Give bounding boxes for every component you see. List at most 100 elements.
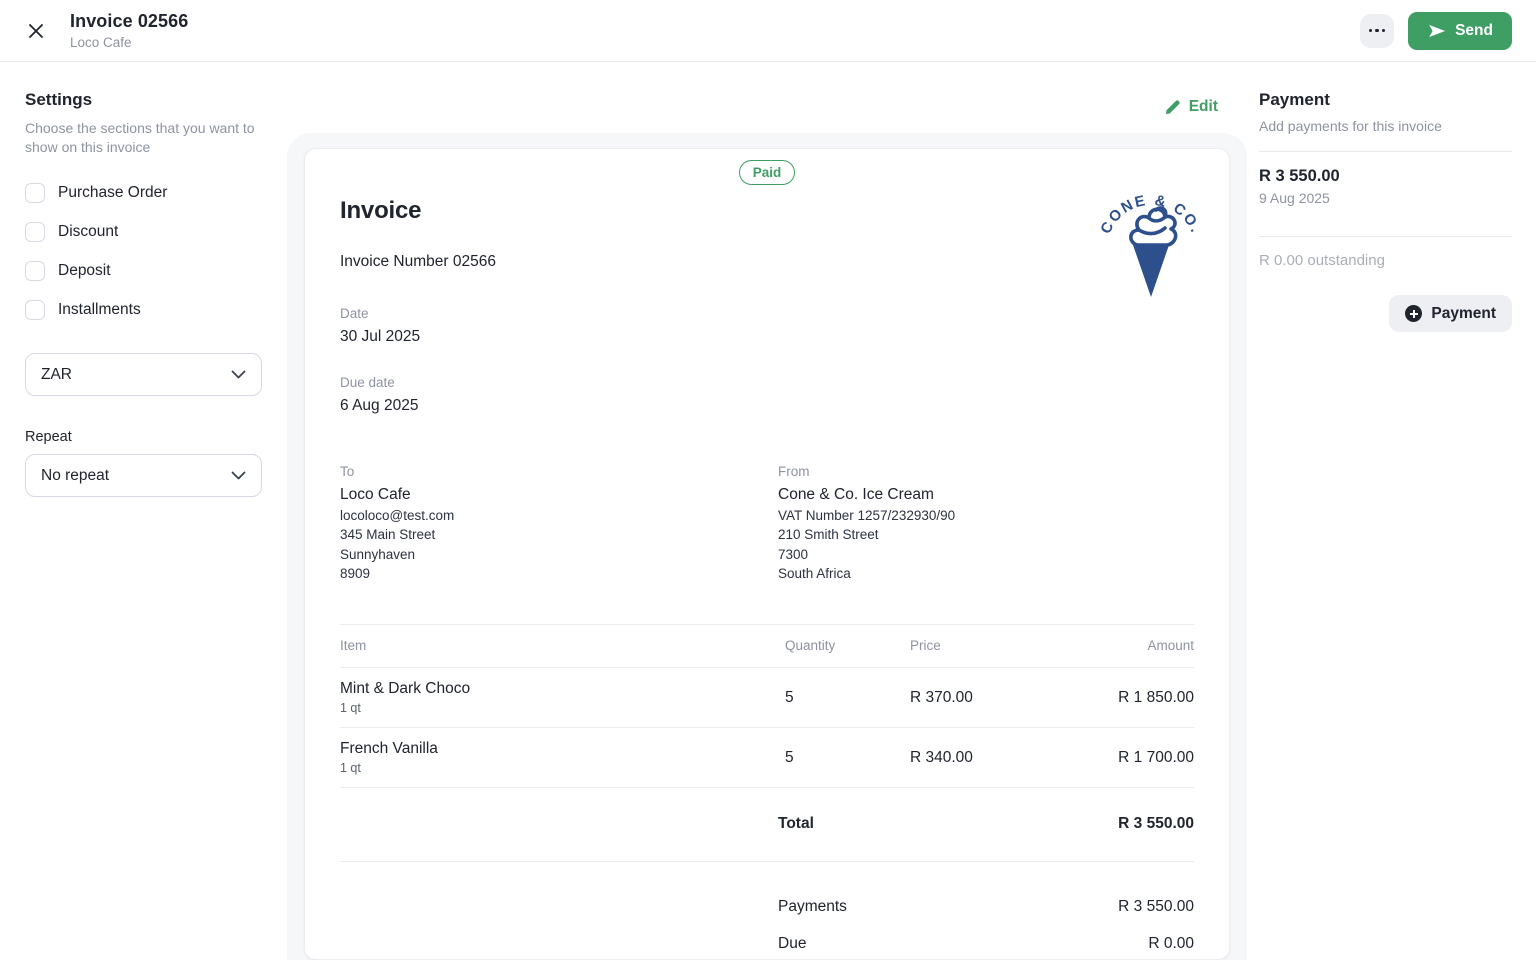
invoice-number: Invoice Number 02566 bbox=[340, 253, 1194, 271]
checkbox-row-installments[interactable]: Installments bbox=[25, 300, 262, 320]
to-name: Loco Cafe bbox=[340, 486, 778, 504]
table-header-row: Item Quantity Price Amount bbox=[340, 624, 1194, 668]
invoice-card: Paid Invoice Invoice Number 02566 CONE &… bbox=[304, 148, 1230, 960]
payments-row: Payments R 3 550.00 bbox=[340, 898, 1194, 916]
date-value: 30 Jul 2025 bbox=[340, 328, 1194, 346]
to-line: locoloco@test.com bbox=[340, 508, 778, 524]
item-quantity: 5 bbox=[785, 689, 910, 707]
to-label: To bbox=[340, 464, 778, 479]
from-line: 7300 bbox=[778, 547, 1194, 563]
to-line: 8909 bbox=[340, 566, 778, 582]
payments-label: Payments bbox=[778, 898, 847, 916]
ellipsis-icon bbox=[1369, 29, 1373, 33]
payments-value: R 3 550.00 bbox=[1118, 898, 1194, 916]
invoice-title: Invoice bbox=[340, 197, 1194, 225]
payment-sidebar: Payment Add payments for this invoice R … bbox=[1257, 62, 1536, 960]
chevron-down-icon bbox=[231, 370, 246, 379]
item-name: Mint & Dark Choco bbox=[340, 680, 785, 698]
settings-title: Settings bbox=[25, 90, 262, 110]
checkbox-row-discount[interactable]: Discount bbox=[25, 222, 262, 242]
bill-to-block: To Loco Cafe locoloco@test.com 345 Main … bbox=[340, 464, 778, 582]
from-label: From bbox=[778, 464, 1194, 479]
plus-circle-icon bbox=[1405, 305, 1422, 322]
more-options-button[interactable] bbox=[1360, 14, 1394, 48]
outstanding-amount: R 0.00 outstanding bbox=[1259, 252, 1512, 269]
item-detail: 1 qt bbox=[340, 761, 785, 775]
total-label: Total bbox=[778, 815, 814, 833]
close-icon bbox=[28, 23, 44, 39]
payment-entry-date: 9 Aug 2025 bbox=[1259, 190, 1512, 206]
bill-from-block: From Cone & Co. Ice Cream VAT Number 125… bbox=[778, 464, 1194, 582]
main-area: Settings Choose the sections that you wa… bbox=[0, 62, 1536, 960]
item-quantity: 5 bbox=[785, 749, 910, 767]
ice-cream-cone-icon: CONE & CO. bbox=[1099, 193, 1203, 311]
total-value: R 3 550.00 bbox=[1118, 815, 1194, 833]
checkbox-label: Discount bbox=[58, 223, 118, 241]
discount-checkbox[interactable] bbox=[25, 222, 45, 242]
payment-panel-title: Payment bbox=[1259, 90, 1512, 110]
checkbox-row-purchase-order[interactable]: Purchase Order bbox=[25, 183, 262, 203]
date-block: Date 30 Jul 2025 bbox=[340, 306, 1194, 346]
checkbox-label: Deposit bbox=[58, 262, 111, 280]
company-logo: CONE & CO. bbox=[1099, 193, 1203, 311]
repeat-select-value: No repeat bbox=[41, 467, 109, 485]
edit-label: Edit bbox=[1189, 98, 1218, 116]
item-price: R 340.00 bbox=[910, 749, 1050, 767]
item-amount: R 1 700.00 bbox=[1050, 749, 1194, 767]
installments-checkbox[interactable] bbox=[25, 300, 45, 320]
edit-invoice-button[interactable]: Edit bbox=[1165, 98, 1218, 116]
to-line: Sunnyhaven bbox=[340, 547, 778, 563]
checkbox-label: Purchase Order bbox=[58, 184, 167, 202]
checkbox-row-deposit[interactable]: Deposit bbox=[25, 261, 262, 281]
item-name: French Vanilla bbox=[340, 740, 785, 758]
send-button[interactable]: Send bbox=[1408, 12, 1512, 50]
chevron-down-icon bbox=[231, 471, 246, 480]
add-payment-label: Payment bbox=[1431, 305, 1496, 323]
header-actions: Send bbox=[1360, 12, 1512, 50]
col-header-price: Price bbox=[910, 638, 1050, 653]
settings-sidebar: Settings Choose the sections that you wa… bbox=[0, 62, 287, 960]
page-title: Invoice 02566 bbox=[70, 11, 188, 32]
payment-entry-amount: R 3 550.00 bbox=[1259, 167, 1512, 186]
to-line: 345 Main Street bbox=[340, 527, 778, 543]
send-button-label: Send bbox=[1455, 22, 1493, 40]
total-row: Total R 3 550.00 bbox=[340, 788, 1194, 862]
pencil-icon bbox=[1165, 99, 1181, 115]
settings-description: Choose the sections that you want to sho… bbox=[25, 119, 269, 156]
settings-checkbox-list: Purchase Order Discount Deposit Installm… bbox=[25, 183, 262, 320]
due-label: Due bbox=[778, 935, 806, 953]
header-titles: Invoice 02566 Loco Cafe bbox=[70, 11, 188, 50]
from-line: South Africa bbox=[778, 566, 1194, 582]
from-name: Cone & Co. Ice Cream bbox=[778, 486, 1194, 504]
add-payment-button[interactable]: Payment bbox=[1389, 295, 1512, 332]
checkbox-label: Installments bbox=[58, 301, 141, 319]
item-detail: 1 qt bbox=[340, 701, 785, 715]
divider bbox=[1259, 236, 1512, 237]
due-date-label: Due date bbox=[340, 375, 1194, 390]
col-header-quantity: Quantity bbox=[785, 638, 910, 653]
item-amount: R 1 850.00 bbox=[1050, 689, 1194, 707]
paper-plane-icon bbox=[1427, 23, 1446, 39]
table-row: French Vanilla 1 qt 5 R 340.00 R 1 700.0… bbox=[340, 728, 1194, 788]
page-subtitle: Loco Cafe bbox=[70, 35, 188, 50]
currency-select-value: ZAR bbox=[41, 366, 72, 384]
purchase-order-checkbox[interactable] bbox=[25, 183, 45, 203]
payment-entry[interactable]: R 3 550.00 9 Aug 2025 bbox=[1259, 152, 1512, 219]
col-header-item: Item bbox=[340, 638, 785, 653]
deposit-checkbox[interactable] bbox=[25, 261, 45, 281]
currency-select[interactable]: ZAR bbox=[25, 353, 262, 396]
parties-section: To Loco Cafe locoloco@test.com 345 Main … bbox=[340, 464, 1194, 582]
invoice-preview-panel: Paid Invoice Invoice Number 02566 CONE &… bbox=[287, 133, 1247, 960]
item-price: R 370.00 bbox=[910, 689, 1050, 707]
payment-button-row: Payment bbox=[1259, 295, 1512, 332]
payment-panel-subtitle: Add payments for this invoice bbox=[1259, 118, 1512, 134]
date-label: Date bbox=[340, 306, 1194, 321]
due-row: Due R 0.00 bbox=[340, 935, 1194, 953]
status-badge: Paid bbox=[739, 160, 796, 185]
table-row: Mint & Dark Choco 1 qt 5 R 370.00 R 1 85… bbox=[340, 668, 1194, 728]
due-date-value: 6 Aug 2025 bbox=[340, 397, 1194, 415]
repeat-select[interactable]: No repeat bbox=[25, 454, 262, 497]
close-button[interactable] bbox=[20, 15, 52, 47]
due-value: R 0.00 bbox=[1148, 935, 1194, 953]
repeat-label: Repeat bbox=[25, 429, 262, 445]
